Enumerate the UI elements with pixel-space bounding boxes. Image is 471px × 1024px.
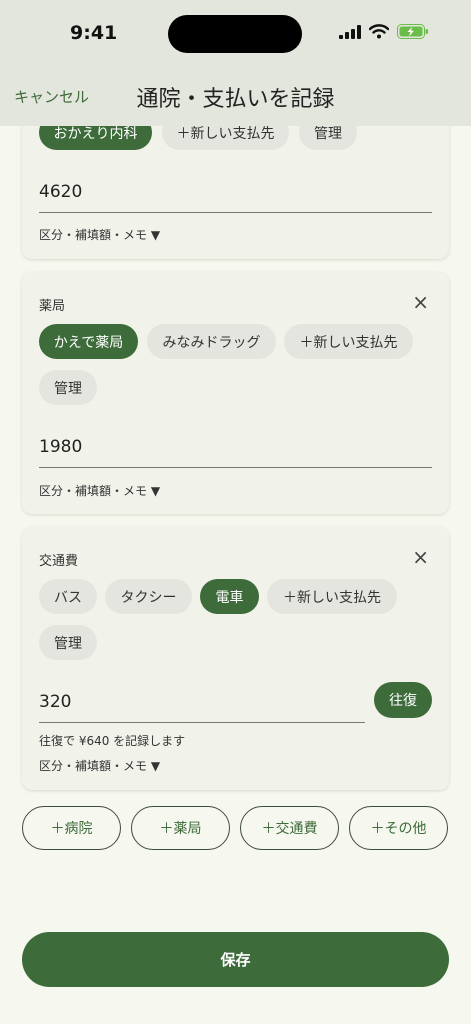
wifi-icon — [369, 24, 389, 39]
signal-icon — [339, 24, 361, 39]
page-title: 通院・支払いを記録 — [136, 87, 335, 112]
payee-chip-train[interactable]: 電車 — [200, 579, 259, 614]
payee-chip-minami-drug[interactable]: みなみドラッグ — [147, 324, 276, 359]
status-time: 9:41 — [70, 22, 118, 44]
navigation-bar: キャンセル 通院・支払いを記録 — [0, 70, 471, 126]
hospital-amount-input[interactable]: 4620 — [39, 182, 432, 213]
add-other-button[interactable]: ＋その他 — [349, 806, 448, 850]
round-trip-note: 往復で ¥640 を記録します — [39, 734, 186, 748]
status-bar: 9:41 — [0, 0, 471, 70]
add-pharmacy-button[interactable]: ＋薬局 — [131, 806, 230, 850]
dynamic-island — [168, 15, 302, 53]
transport-details-toggle[interactable]: 区分・補填額・メモ ▼ — [39, 757, 160, 774]
add-hospital-button[interactable]: ＋病院 — [22, 806, 121, 850]
status-icons — [339, 24, 429, 39]
pharmacy-card: 薬局 × かえで薬局 みなみドラッグ ＋新しい支払先 管理 1980 区分・補填… — [22, 272, 449, 514]
pharmacy-details-toggle[interactable]: 区分・補填額・メモ ▼ — [39, 482, 160, 499]
payee-chip-kaede-pharmacy[interactable]: かえで薬局 — [39, 324, 138, 359]
hospital-details-toggle[interactable]: 区分・補填額・メモ ▼ — [39, 226, 160, 243]
close-icon[interactable]: × — [412, 547, 429, 567]
transport-amount-input[interactable]: 320 — [39, 692, 365, 723]
round-trip-button[interactable]: 往復 — [374, 682, 432, 718]
battery-charging-icon — [397, 24, 428, 39]
new-payee-chip[interactable]: ＋新しい支払先 — [284, 324, 413, 359]
pharmacy-amount-input[interactable]: 1980 — [39, 437, 432, 468]
transport-card: 交通費 × バス タクシー 電車 ＋新しい支払先 管理 320 往復 往復で ¥… — [22, 527, 449, 790]
add-transport-button[interactable]: ＋交通費 — [240, 806, 339, 850]
close-icon[interactable]: × — [412, 292, 429, 312]
save-button[interactable]: 保存 — [22, 932, 449, 987]
new-payee-chip[interactable]: ＋新しい支払先 — [267, 579, 397, 614]
transport-label: 交通費 — [39, 554, 79, 569]
form-content: おかえり内科 ＋新しい支払先 管理 4620 区分・補填額・メモ ▼ 薬局 × … — [0, 0, 471, 1024]
manage-chip[interactable]: 管理 — [39, 625, 97, 660]
payee-chip-taxi[interactable]: タクシー — [105, 579, 192, 614]
pharmacy-label: 薬局 — [39, 299, 66, 314]
payee-chip-bus[interactable]: バス — [39, 579, 97, 614]
manage-chip[interactable]: 管理 — [39, 370, 97, 405]
